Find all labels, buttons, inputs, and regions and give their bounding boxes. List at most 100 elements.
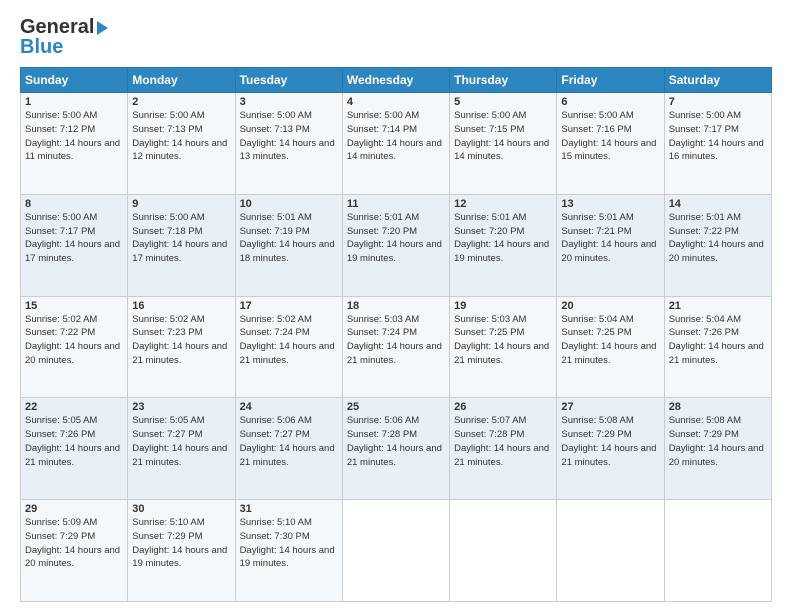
day-cell: 15Sunrise: 5:02 AMSunset: 7:22 PMDayligh…	[21, 296, 128, 398]
day-number: 11	[347, 198, 445, 210]
day-cell: 24Sunrise: 5:06 AMSunset: 7:27 PMDayligh…	[235, 398, 342, 500]
day-number: 9	[132, 198, 230, 210]
day-info: Sunrise: 5:00 AMSunset: 7:13 PMDaylight:…	[132, 109, 230, 164]
header-cell-saturday: Saturday	[664, 68, 771, 93]
day-number: 29	[25, 503, 123, 515]
day-info: Sunrise: 5:06 AMSunset: 7:27 PMDaylight:…	[240, 414, 338, 469]
page: General Blue SundayMondayTuesdayWednesda…	[0, 0, 792, 612]
day-cell: 4Sunrise: 5:00 AMSunset: 7:14 PMDaylight…	[342, 93, 449, 195]
day-cell	[342, 500, 449, 602]
day-cell: 31Sunrise: 5:10 AMSunset: 7:30 PMDayligh…	[235, 500, 342, 602]
day-cell: 23Sunrise: 5:05 AMSunset: 7:27 PMDayligh…	[128, 398, 235, 500]
day-number: 4	[347, 96, 445, 108]
day-cell: 12Sunrise: 5:01 AMSunset: 7:20 PMDayligh…	[450, 194, 557, 296]
header-cell-friday: Friday	[557, 68, 664, 93]
day-number: 20	[561, 300, 659, 312]
day-info: Sunrise: 5:01 AMSunset: 7:19 PMDaylight:…	[240, 211, 338, 266]
day-cell: 11Sunrise: 5:01 AMSunset: 7:20 PMDayligh…	[342, 194, 449, 296]
day-number: 21	[669, 300, 767, 312]
header-cell-tuesday: Tuesday	[235, 68, 342, 93]
day-info: Sunrise: 5:09 AMSunset: 7:29 PMDaylight:…	[25, 516, 123, 571]
day-cell: 22Sunrise: 5:05 AMSunset: 7:26 PMDayligh…	[21, 398, 128, 500]
week-row-5: 29Sunrise: 5:09 AMSunset: 7:29 PMDayligh…	[21, 500, 772, 602]
day-info: Sunrise: 5:03 AMSunset: 7:24 PMDaylight:…	[347, 313, 445, 368]
day-info: Sunrise: 5:10 AMSunset: 7:29 PMDaylight:…	[132, 516, 230, 571]
day-info: Sunrise: 5:00 AMSunset: 7:17 PMDaylight:…	[669, 109, 767, 164]
day-info: Sunrise: 5:10 AMSunset: 7:30 PMDaylight:…	[240, 516, 338, 571]
day-number: 19	[454, 300, 552, 312]
day-cell: 13Sunrise: 5:01 AMSunset: 7:21 PMDayligh…	[557, 194, 664, 296]
day-cell: 17Sunrise: 5:02 AMSunset: 7:24 PMDayligh…	[235, 296, 342, 398]
day-cell	[664, 500, 771, 602]
day-number: 1	[25, 96, 123, 108]
day-number: 31	[240, 503, 338, 515]
day-number: 18	[347, 300, 445, 312]
day-info: Sunrise: 5:03 AMSunset: 7:25 PMDaylight:…	[454, 313, 552, 368]
day-number: 16	[132, 300, 230, 312]
day-cell: 21Sunrise: 5:04 AMSunset: 7:26 PMDayligh…	[664, 296, 771, 398]
day-info: Sunrise: 5:00 AMSunset: 7:12 PMDaylight:…	[25, 109, 123, 164]
logo: General Blue	[20, 16, 108, 59]
day-info: Sunrise: 5:08 AMSunset: 7:29 PMDaylight:…	[561, 414, 659, 469]
day-cell: 9Sunrise: 5:00 AMSunset: 7:18 PMDaylight…	[128, 194, 235, 296]
day-cell: 6Sunrise: 5:00 AMSunset: 7:16 PMDaylight…	[557, 93, 664, 195]
day-number: 30	[132, 503, 230, 515]
day-cell: 2Sunrise: 5:00 AMSunset: 7:13 PMDaylight…	[128, 93, 235, 195]
week-row-1: 1Sunrise: 5:00 AMSunset: 7:12 PMDaylight…	[21, 93, 772, 195]
week-row-4: 22Sunrise: 5:05 AMSunset: 7:26 PMDayligh…	[21, 398, 772, 500]
day-cell	[450, 500, 557, 602]
day-cell: 8Sunrise: 5:00 AMSunset: 7:17 PMDaylight…	[21, 194, 128, 296]
day-cell: 28Sunrise: 5:08 AMSunset: 7:29 PMDayligh…	[664, 398, 771, 500]
day-number: 24	[240, 401, 338, 413]
day-info: Sunrise: 5:01 AMSunset: 7:20 PMDaylight:…	[347, 211, 445, 266]
day-cell: 19Sunrise: 5:03 AMSunset: 7:25 PMDayligh…	[450, 296, 557, 398]
calendar-table: SundayMondayTuesdayWednesdayThursdayFrid…	[20, 67, 772, 602]
header: General Blue	[20, 16, 772, 59]
day-number: 15	[25, 300, 123, 312]
day-cell: 16Sunrise: 5:02 AMSunset: 7:23 PMDayligh…	[128, 296, 235, 398]
day-info: Sunrise: 5:02 AMSunset: 7:23 PMDaylight:…	[132, 313, 230, 368]
day-number: 27	[561, 401, 659, 413]
day-info: Sunrise: 5:08 AMSunset: 7:29 PMDaylight:…	[669, 414, 767, 469]
day-info: Sunrise: 5:00 AMSunset: 7:16 PMDaylight:…	[561, 109, 659, 164]
logo-blue: Blue	[20, 36, 63, 59]
week-row-3: 15Sunrise: 5:02 AMSunset: 7:22 PMDayligh…	[21, 296, 772, 398]
day-info: Sunrise: 5:02 AMSunset: 7:22 PMDaylight:…	[25, 313, 123, 368]
day-number: 17	[240, 300, 338, 312]
day-number: 6	[561, 96, 659, 108]
day-number: 12	[454, 198, 552, 210]
header-cell-thursday: Thursday	[450, 68, 557, 93]
day-cell: 30Sunrise: 5:10 AMSunset: 7:29 PMDayligh…	[128, 500, 235, 602]
day-info: Sunrise: 5:00 AMSunset: 7:18 PMDaylight:…	[132, 211, 230, 266]
calendar-header: SundayMondayTuesdayWednesdayThursdayFrid…	[21, 68, 772, 93]
day-info: Sunrise: 5:00 AMSunset: 7:13 PMDaylight:…	[240, 109, 338, 164]
day-cell: 29Sunrise: 5:09 AMSunset: 7:29 PMDayligh…	[21, 500, 128, 602]
day-info: Sunrise: 5:04 AMSunset: 7:26 PMDaylight:…	[669, 313, 767, 368]
day-number: 5	[454, 96, 552, 108]
day-number: 3	[240, 96, 338, 108]
day-cell: 27Sunrise: 5:08 AMSunset: 7:29 PMDayligh…	[557, 398, 664, 500]
day-cell: 20Sunrise: 5:04 AMSunset: 7:25 PMDayligh…	[557, 296, 664, 398]
day-number: 23	[132, 401, 230, 413]
day-info: Sunrise: 5:07 AMSunset: 7:28 PMDaylight:…	[454, 414, 552, 469]
day-cell: 1Sunrise: 5:00 AMSunset: 7:12 PMDaylight…	[21, 93, 128, 195]
day-info: Sunrise: 5:01 AMSunset: 7:21 PMDaylight:…	[561, 211, 659, 266]
week-row-2: 8Sunrise: 5:00 AMSunset: 7:17 PMDaylight…	[21, 194, 772, 296]
day-number: 13	[561, 198, 659, 210]
day-cell: 14Sunrise: 5:01 AMSunset: 7:22 PMDayligh…	[664, 194, 771, 296]
day-cell: 18Sunrise: 5:03 AMSunset: 7:24 PMDayligh…	[342, 296, 449, 398]
day-info: Sunrise: 5:01 AMSunset: 7:22 PMDaylight:…	[669, 211, 767, 266]
day-number: 7	[669, 96, 767, 108]
header-cell-sunday: Sunday	[21, 68, 128, 93]
logo-arrow-icon	[97, 21, 108, 35]
day-info: Sunrise: 5:04 AMSunset: 7:25 PMDaylight:…	[561, 313, 659, 368]
day-cell: 7Sunrise: 5:00 AMSunset: 7:17 PMDaylight…	[664, 93, 771, 195]
day-cell: 10Sunrise: 5:01 AMSunset: 7:19 PMDayligh…	[235, 194, 342, 296]
day-info: Sunrise: 5:05 AMSunset: 7:26 PMDaylight:…	[25, 414, 123, 469]
day-info: Sunrise: 5:00 AMSunset: 7:14 PMDaylight:…	[347, 109, 445, 164]
header-cell-wednesday: Wednesday	[342, 68, 449, 93]
day-cell: 26Sunrise: 5:07 AMSunset: 7:28 PMDayligh…	[450, 398, 557, 500]
day-number: 14	[669, 198, 767, 210]
day-info: Sunrise: 5:00 AMSunset: 7:17 PMDaylight:…	[25, 211, 123, 266]
day-info: Sunrise: 5:05 AMSunset: 7:27 PMDaylight:…	[132, 414, 230, 469]
